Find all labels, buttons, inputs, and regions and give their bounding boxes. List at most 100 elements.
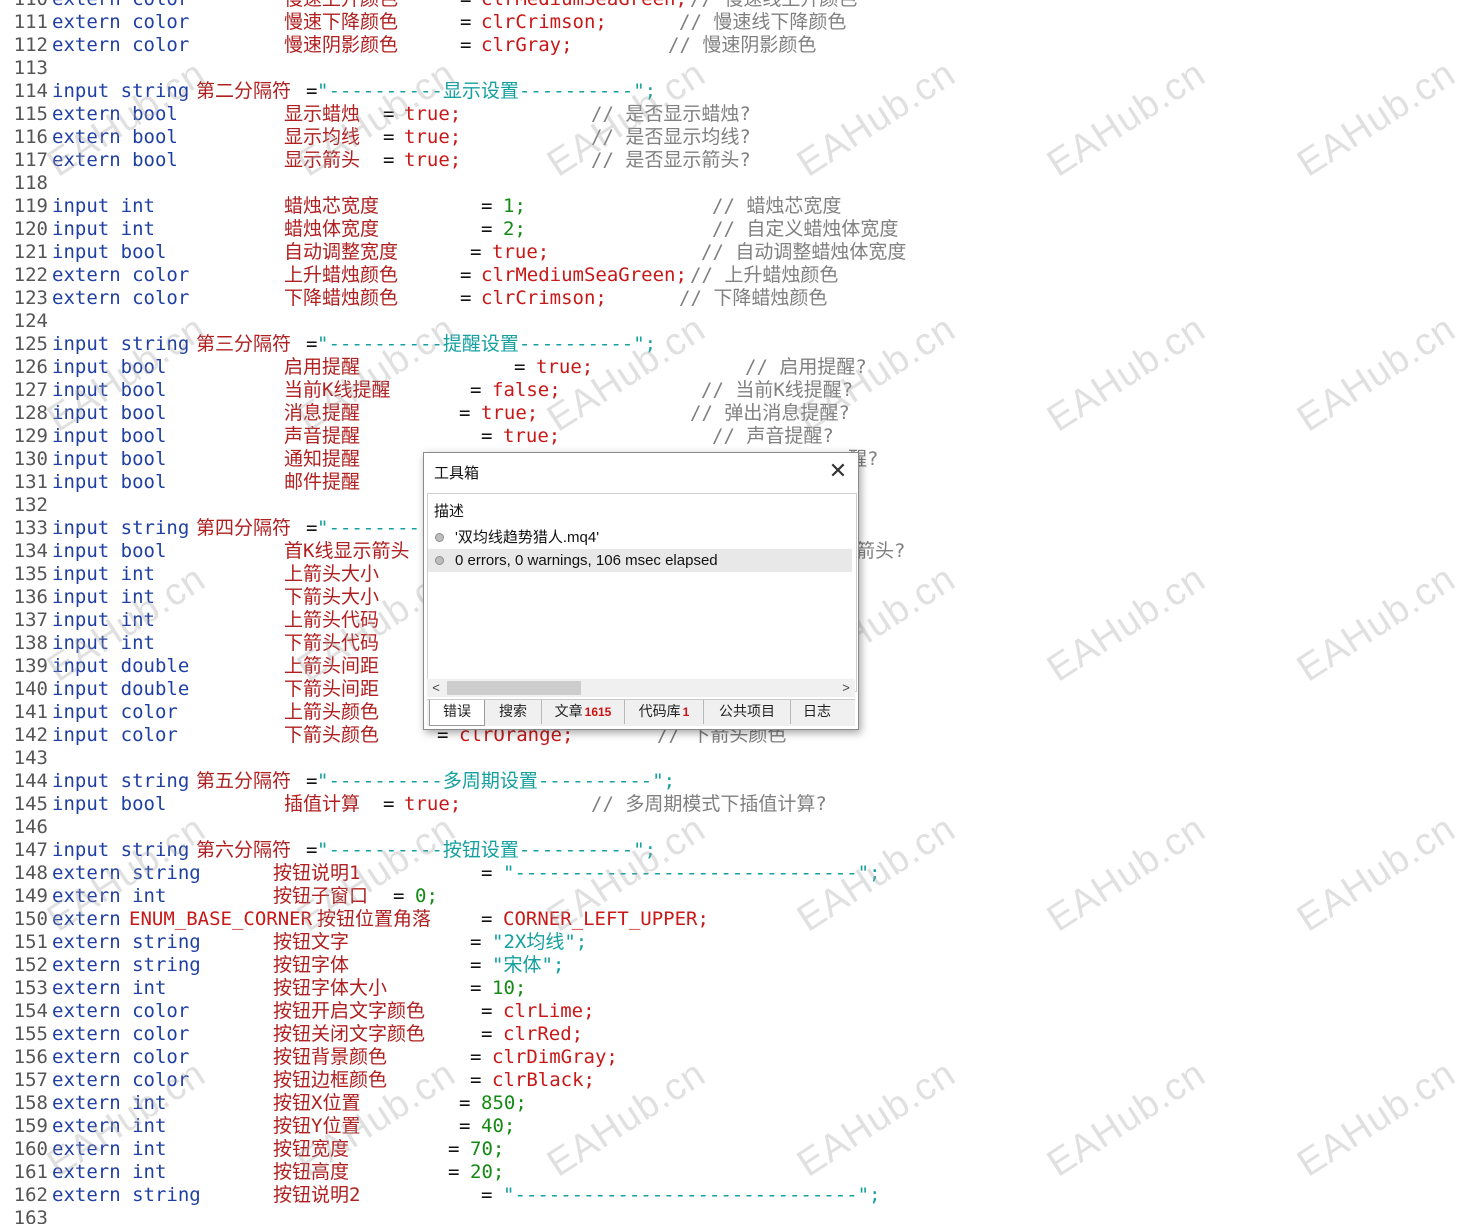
- code-line[interactable]: 110 extern color 慢速上升颜色 = clrMediumSeaGreen;…: [0, 0, 1467, 11]
- code-line[interactable]: 127 input bool 当前K线提醒 = false; // 当前K线提醒?: [0, 379, 1467, 402]
- tab-errors[interactable]: 错误: [429, 700, 485, 726]
- code-token-keyword: extern color: [52, 1023, 190, 1045]
- code-token-name: 按钮子窗口: [273, 885, 369, 907]
- code-line[interactable]: 158 extern int 按钮X位置 = 850;: [0, 1092, 1467, 1115]
- code-line[interactable]: 116 extern bool 显示均线 = true; // 是否显示均线?: [0, 126, 1467, 149]
- code-token-literal: true;: [404, 793, 462, 815]
- message-row[interactable]: '双均线趋势猎人.mq4': [428, 526, 852, 549]
- code-line[interactable]: 145 input bool 插值计算 = true; // 多周期模式下插值计算?: [0, 793, 1467, 816]
- code-line[interactable]: 114 input string 第二分隔符 = "----------显示设置----…: [0, 80, 1467, 103]
- line-number: 157: [13, 1069, 48, 1091]
- line-number: 136: [13, 586, 48, 608]
- line-number: 152: [13, 954, 48, 976]
- code-line[interactable]: 153 extern int 按钮字体大小 = 10;: [0, 977, 1467, 1000]
- tab-articles[interactable]: 文章 1615: [542, 700, 625, 724]
- tab-journal[interactable]: 日志: [791, 700, 843, 724]
- code-line[interactable]: 156 extern color 按钮背景颜色 = clrDimGray;: [0, 1046, 1467, 1069]
- code-token-literal: true;: [481, 402, 539, 424]
- code-line[interactable]: 155 extern color 按钮关闭文字颜色 = clrRed;: [0, 1023, 1467, 1046]
- code-token-plain: =: [481, 1023, 493, 1045]
- scroll-left-arrow[interactable]: <: [427, 679, 445, 697]
- code-token-string: "----------提醒设置----------";: [317, 333, 657, 355]
- code-token-keyword: extern string: [52, 1184, 201, 1206]
- code-line[interactable]: 121 input bool 自动调整宽度 = true; // 自动调整蜡烛体宽度: [0, 241, 1467, 264]
- code-token-keyword: extern: [52, 908, 121, 930]
- code-token-name: 显示箭头: [284, 149, 361, 171]
- code-token-name: 第三分隔符: [196, 333, 292, 355]
- tab-label: 搜索: [499, 703, 527, 719]
- code-line[interactable]: 159 extern int 按钮Y位置 = 40;: [0, 1115, 1467, 1138]
- code-line[interactable]: 128 input bool 消息提醒 = true; // 弹出消息提醒?: [0, 402, 1467, 425]
- message-row-selected[interactable]: 0 errors, 0 warnings, 106 msec elapsed: [428, 549, 852, 572]
- code-line[interactable]: 129 input bool 声音提醒 = true; // 声音提醒?: [0, 425, 1467, 448]
- code-line[interactable]: 119 input int 蜡烛芯宽度 = 1; // 蜡烛芯宽度: [0, 195, 1467, 218]
- code-line[interactable]: 123 extern color 下降蜡烛颜色 = clrCrimson; // 下降蜡烛…: [0, 287, 1467, 310]
- code-line[interactable]: 160 extern int 按钮宽度 = 70;: [0, 1138, 1467, 1161]
- tab-codebase[interactable]: 代码库 1: [625, 700, 704, 724]
- code-token-plain: =: [481, 218, 493, 240]
- code-token-keyword: extern color: [52, 0, 189, 11]
- code-line[interactable]: 144 input string 第五分隔符 = "----------多周期设置---…: [0, 770, 1467, 793]
- code-line[interactable]: 120 input int 蜡烛体宽度 = 2; // 自定义蜡烛体宽度: [0, 218, 1467, 241]
- code-line[interactable]: 161 extern int 按钮高度 = 20;: [0, 1161, 1467, 1184]
- code-line[interactable]: 115 extern bool 显示蜡烛 = true; // 是否显示蜡烛?: [0, 103, 1467, 126]
- code-token-string: "----------按钮设置----------";: [317, 839, 657, 861]
- code-line[interactable]: 143: [0, 747, 1467, 770]
- code-line[interactable]: 154 extern color 按钮开启文字颜色 = clrLime;: [0, 1000, 1467, 1023]
- code-line[interactable]: 118: [0, 172, 1467, 195]
- code-token-literal: clrLime;: [503, 1000, 595, 1022]
- code-token-name: 慢速上升颜色: [284, 0, 398, 11]
- tab-public-projects[interactable]: 公共项目: [704, 700, 791, 724]
- code-token-literal: clrMediumSeaGreen;: [481, 264, 687, 286]
- code-token-name: 按钮位置角落: [317, 908, 432, 930]
- code-line[interactable]: 148 extern string 按钮说明1 = "-----------------…: [0, 862, 1467, 885]
- code-line[interactable]: 117 extern bool 显示箭头 = true; // 是否显示箭头?: [0, 149, 1467, 172]
- code-token-comment: // 弹出消息提醒?: [690, 402, 850, 424]
- code-token-plain: =: [481, 195, 493, 217]
- code-line[interactable]: 111 extern color 慢速下降颜色 = clrCrimson; // 慢速线下…: [0, 11, 1467, 34]
- code-line[interactable]: 125 input string 第三分隔符 = "----------提醒设置----…: [0, 333, 1467, 356]
- code-line[interactable]: 124: [0, 310, 1467, 333]
- code-token-keyword: input color: [52, 724, 178, 746]
- code-token-plain: =: [470, 1046, 482, 1068]
- code-line[interactable]: 146: [0, 816, 1467, 839]
- code-line[interactable]: 151 extern string 按钮文字 = "2X均线";: [0, 931, 1467, 954]
- code-token-plain: =: [448, 1161, 460, 1183]
- code-token-plain: =: [306, 80, 318, 102]
- close-icon[interactable]: ✕: [826, 459, 850, 483]
- scrollbar-thumb[interactable]: [447, 681, 581, 695]
- code-token-comment: // 下降蜡烛颜色: [679, 287, 828, 309]
- code-token-comment: // 启用提醒?: [745, 356, 867, 378]
- code-line[interactable]: 150 extern ENUM_BASE_CORNER 按钮位置角落 = CORNER_L…: [0, 908, 1467, 931]
- code-token-name: 第四分隔符: [196, 517, 292, 539]
- horizontal-scrollbar[interactable]: < >: [427, 679, 855, 697]
- code-token-plain: =: [470, 977, 482, 999]
- code-token-name: 蜡烛芯宽度: [284, 195, 380, 217]
- code-line[interactable]: 122 extern color 上升蜡烛颜色 = clrMediumSeaGreen;…: [0, 264, 1467, 287]
- code-line[interactable]: 113: [0, 57, 1467, 80]
- code-token-keyword: extern color: [52, 1069, 190, 1091]
- code-line[interactable]: 126 input bool 启用提醒 = true; // 启用提醒?: [0, 356, 1467, 379]
- code-token-comment: // 自定义蜡烛体宽度: [712, 218, 899, 240]
- tab-label: 错误: [443, 703, 471, 719]
- code-line[interactable]: 152 extern string 按钮字体 = "宋体";: [0, 954, 1467, 977]
- code-token-plain: =: [459, 1115, 471, 1137]
- code-token-keyword: input color: [52, 701, 178, 723]
- code-token-comment: // 声音提醒?: [712, 425, 834, 447]
- line-number: 148: [13, 862, 48, 884]
- code-token-plain: =: [481, 425, 493, 447]
- code-token-keyword: input bool: [52, 448, 167, 470]
- scroll-right-arrow[interactable]: >: [837, 679, 855, 697]
- description-column-header[interactable]: 描述: [434, 500, 464, 521]
- code-token-literal: clrRed;: [503, 1023, 584, 1045]
- code-line[interactable]: 147 input string 第六分隔符 = "----------按钮设置----…: [0, 839, 1467, 862]
- toolbox-titlebar[interactable]: 工具箱 ✕: [424, 453, 858, 491]
- code-line[interactable]: 112 extern color 慢速阴影颜色 = clrGray; // 慢速阴影颜色: [0, 34, 1467, 57]
- code-line[interactable]: 157 extern color 按钮边框颜色 = clrBlack;: [0, 1069, 1467, 1092]
- code-line[interactable]: 162 extern string 按钮说明2 = "-----------------…: [0, 1184, 1467, 1207]
- tab-search[interactable]: 搜索: [485, 700, 542, 724]
- code-line[interactable]: 149 extern int 按钮子窗口 = 0;: [0, 885, 1467, 908]
- code-line[interactable]: 163: [0, 1207, 1467, 1224]
- code-token-plain: =: [383, 149, 395, 171]
- code-token-literal: ENUM_BASE_CORNER: [129, 908, 313, 930]
